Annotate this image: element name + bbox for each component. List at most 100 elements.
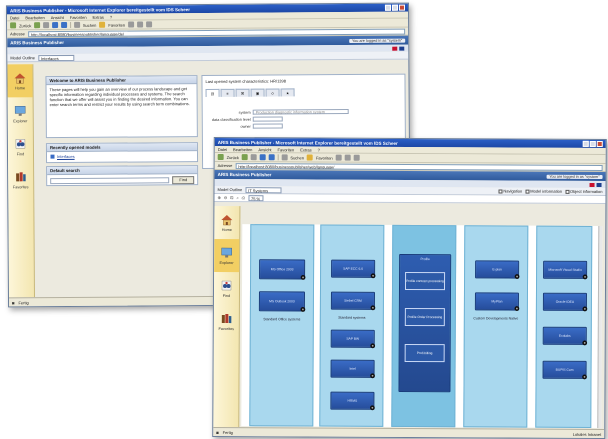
nav-item-favorites[interactable]: Favorites — [214, 305, 239, 338]
menu-item-favorites[interactable]: Favoriten — [70, 14, 87, 19]
it-system-object[interactable]: Siebel CRM — [330, 291, 376, 311]
search-icon[interactable] — [281, 154, 288, 161]
favorites-star-icon[interactable] — [99, 21, 106, 28]
menu-item-tools[interactable]: Extras — [93, 14, 104, 19]
binoculars-icon — [220, 279, 233, 292]
close-icon[interactable] — [596, 140, 603, 148]
forward-arrow-icon[interactable] — [241, 154, 248, 161]
field-value[interactable] — [252, 123, 283, 129]
back-arrow-icon[interactable] — [10, 22, 17, 29]
it-system-object[interactable]: MS Office 2003 — [259, 259, 306, 280]
nav-item-home[interactable]: Home — [214, 206, 239, 239]
close-icon[interactable] — [398, 4, 405, 11]
tab-overview[interactable]: ▤ — [205, 88, 220, 98]
print-icon[interactable]: ⎙ — [242, 195, 245, 200]
tab-favorite[interactable]: ★ — [280, 88, 295, 97]
menu-item-help[interactable]: ? — [110, 14, 112, 19]
nav-item-find[interactable]: Find — [8, 130, 33, 163]
it-system-object[interactable]: BUPIS Cam — [542, 360, 587, 380]
menu-item-file[interactable]: Datei — [10, 15, 19, 20]
menu-item-file[interactable]: Datei — [218, 146, 227, 151]
stop-icon[interactable] — [43, 22, 50, 29]
recent-model-item[interactable]: Interfaces — [57, 154, 75, 159]
nav-item-find[interactable]: Find — [214, 272, 239, 305]
zoom-out-icon[interactable]: ⊖ — [224, 195, 227, 200]
stop-icon[interactable] — [250, 154, 257, 161]
history-icon[interactable] — [335, 154, 342, 161]
search-button[interactable]: Suchen — [290, 155, 304, 160]
print-icon[interactable] — [353, 154, 360, 161]
sub-system-object[interactable]: Profi billing — [404, 343, 445, 363]
favorites-button[interactable]: Favoriten — [108, 22, 125, 27]
it-system-object[interactable]: MS Outlook 2003 — [258, 291, 306, 312]
print-icon[interactable] — [146, 21, 153, 28]
favorites-star-icon[interactable] — [306, 154, 314, 161]
vertical-scrollbar[interactable] — [597, 225, 603, 429]
it-system-object[interactable]: HRMS — [330, 391, 375, 411]
recent-model-link[interactable]: Interfaces — [47, 151, 197, 161]
fit-icon[interactable]: ⊡ — [230, 195, 233, 200]
maximize-icon[interactable] — [391, 4, 398, 11]
minimize-icon[interactable] — [582, 140, 589, 147]
search-button[interactable]: Suchen — [83, 22, 97, 27]
home-icon[interactable] — [268, 154, 275, 161]
refresh-icon[interactable] — [259, 154, 266, 161]
menu-item-view[interactable]: Ansicht — [51, 15, 64, 20]
flag-icon[interactable] — [392, 46, 398, 51]
history-icon[interactable] — [128, 21, 135, 28]
menu-item-favorites[interactable]: Favoriten — [278, 147, 295, 152]
menu-item-tools[interactable]: Extras — [300, 147, 311, 152]
model-outline-select[interactable]: Interfaces — [37, 54, 75, 61]
object-information-checkbox[interactable]: Object information — [565, 189, 603, 194]
flag-icon[interactable] — [589, 182, 595, 187]
minimize-icon[interactable] — [384, 4, 391, 11]
back-button[interactable]: Zurück — [19, 23, 31, 28]
forward-arrow-icon[interactable] — [34, 22, 41, 29]
refresh-icon[interactable] — [52, 22, 59, 29]
favorites-button[interactable]: Favoriten — [316, 155, 333, 160]
tab-models[interactable]: ▣ — [250, 88, 265, 97]
it-system-object[interactable]: Ecolabs — [542, 326, 588, 346]
back-arrow-icon[interactable] — [217, 153, 224, 161]
mail-icon[interactable] — [344, 154, 351, 161]
flag-icon[interactable] — [596, 182, 602, 187]
menu-item-edit[interactable]: Bearbeiten — [233, 147, 252, 152]
back-button[interactable]: Zurück — [227, 155, 239, 160]
search-icon[interactable] — [73, 21, 80, 28]
home-icon[interactable] — [61, 21, 68, 29]
model-outline-select[interactable]: IT Systems — [245, 186, 282, 193]
flag-icon[interactable] — [399, 46, 405, 51]
address-input[interactable]: http://localhost:8080/businesspublisher/… — [235, 162, 603, 171]
navigation-checkbox[interactable]: Navigation — [498, 188, 522, 194]
sub-system-object[interactable]: Profile Order Processing — [404, 307, 445, 327]
it-system-object[interactable]: Intel — [330, 359, 375, 379]
magnifier-icon[interactable]: ⌕ — [237, 195, 239, 200]
menu-item-edit[interactable]: Bearbeiten — [25, 15, 44, 20]
mail-icon[interactable] — [137, 21, 144, 28]
it-system-object[interactable]: SAP BW — [330, 329, 376, 349]
nav-item-favorites[interactable]: Favorites — [8, 163, 33, 196]
menu-item-view[interactable]: Ansicht — [258, 147, 271, 152]
search-input[interactable] — [50, 177, 170, 184]
tab-attributes[interactable]: ≡ — [220, 88, 235, 97]
nav-item-explorer[interactable]: Explorer — [214, 238, 240, 273]
it-system-object[interactable]: Microsoft Visual Studio — [543, 260, 588, 280]
nav-item-explorer[interactable]: Explorer — [8, 97, 33, 130]
tab-relations[interactable]: ⌘ — [235, 88, 250, 97]
nav-item-home[interactable]: Home — [7, 64, 33, 98]
sub-system-object[interactable]: Profile contract processing — [404, 271, 446, 291]
zoom-in-icon[interactable]: ⊕ — [217, 195, 220, 200]
model-canvas[interactable]: MS Office 2003 MS Outlook 2003 Standard … — [241, 224, 603, 429]
maximize-icon[interactable] — [589, 140, 596, 147]
zoom-select[interactable]: 75 % — [247, 194, 264, 201]
it-system-object[interactable]: SAP ECC 6.0 — [331, 259, 376, 279]
it-system-object[interactable]: MyPlan — [474, 292, 520, 311]
menu-item-help[interactable]: ? — [318, 147, 320, 152]
field-value[interactable] — [252, 116, 283, 122]
field-value[interactable]: Production diagnostic information system — [252, 108, 349, 115]
it-system-object[interactable]: Oracle IDEA — [542, 292, 588, 312]
tab-xml[interactable]: ◇ — [265, 88, 280, 97]
it-system-object[interactable]: E-plan — [475, 260, 520, 279]
model-information-checkbox[interactable]: Model information — [525, 189, 562, 194]
find-button[interactable]: Find — [172, 176, 195, 184]
